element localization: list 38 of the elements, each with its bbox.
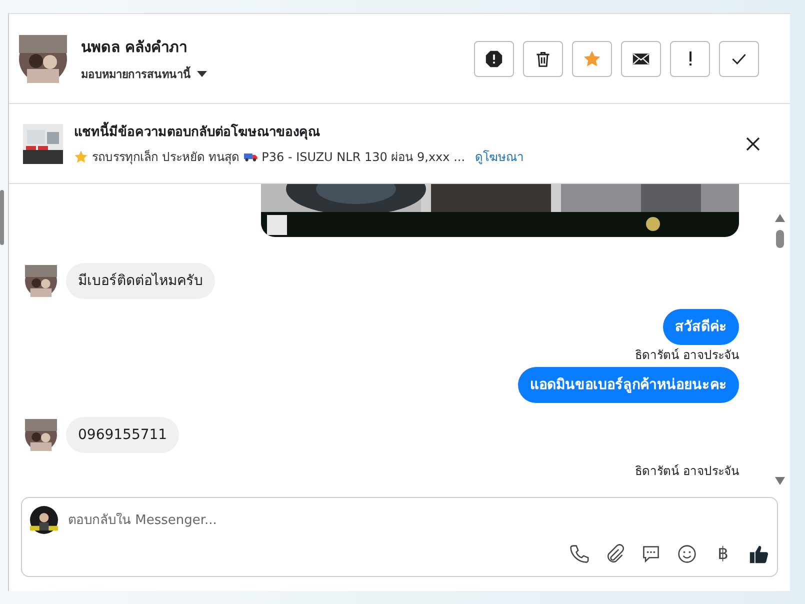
star-icon <box>74 150 88 164</box>
currency-button[interactable]: ฿ <box>713 544 733 564</box>
message-bubble: แอดมินขอเบอร์ลูกค้าหน่อยนะคะ <box>518 367 739 403</box>
scrollbar-thumb[interactable] <box>776 230 784 248</box>
avatar <box>19 34 67 82</box>
trash-button[interactable] <box>523 40 563 76</box>
paperclip-icon[interactable] <box>605 544 625 564</box>
scroll-down-icon[interactable] <box>775 477 785 485</box>
ad-description: รถบรรทุกเล็ก ประหยัด ทนสุด <box>92 148 240 166</box>
exclamation-icon <box>688 51 692 66</box>
thumbs-up-icon[interactable] <box>749 544 769 564</box>
avatar <box>25 419 57 451</box>
trash-icon <box>534 50 552 68</box>
message-bubble: สวัสดีค่ะ <box>663 309 739 345</box>
avatar <box>30 506 58 534</box>
ad-title: แชทนี้มีข้อความตอบกลับต่อโฆษณาของคุณ <box>74 121 742 142</box>
ad-detail: P36 - ISUZU NLR 130 ผ่อน 9,xxx ... <box>262 149 466 166</box>
close-icon <box>746 136 760 150</box>
view-ad-link[interactable]: ดูโฆษณา <box>475 147 524 166</box>
scroll-up-icon[interactable] <box>775 214 785 222</box>
caret-icon <box>197 70 207 76</box>
scrollbar-thumb[interactable] <box>0 190 4 245</box>
alert-octagon-icon <box>485 50 503 68</box>
smiley-icon[interactable] <box>677 544 697 564</box>
sender-name: ธิดารัตน์ อาจประจัน <box>635 347 739 363</box>
mail-button[interactable] <box>621 40 661 76</box>
sender-name: ธิดารัตน์ อาจประจัน <box>635 463 739 479</box>
message-bubble: 0969155711 <box>66 417 180 453</box>
chat-bubble-icon[interactable] <box>641 544 661 564</box>
ad-thumbnail <box>23 124 63 164</box>
star-icon <box>583 50 601 68</box>
message-bubble: มีเบอร์ติดต่อไหมครับ <box>66 263 215 299</box>
assign-dropdown[interactable]: มอบหมายการสนทนานี้ <box>81 64 207 82</box>
report-button[interactable] <box>474 40 514 76</box>
star-button[interactable] <box>572 40 612 76</box>
phone-icon[interactable] <box>569 544 589 564</box>
avatar <box>25 265 57 297</box>
contact-name: นพดล คลังคำภา <box>81 36 188 58</box>
